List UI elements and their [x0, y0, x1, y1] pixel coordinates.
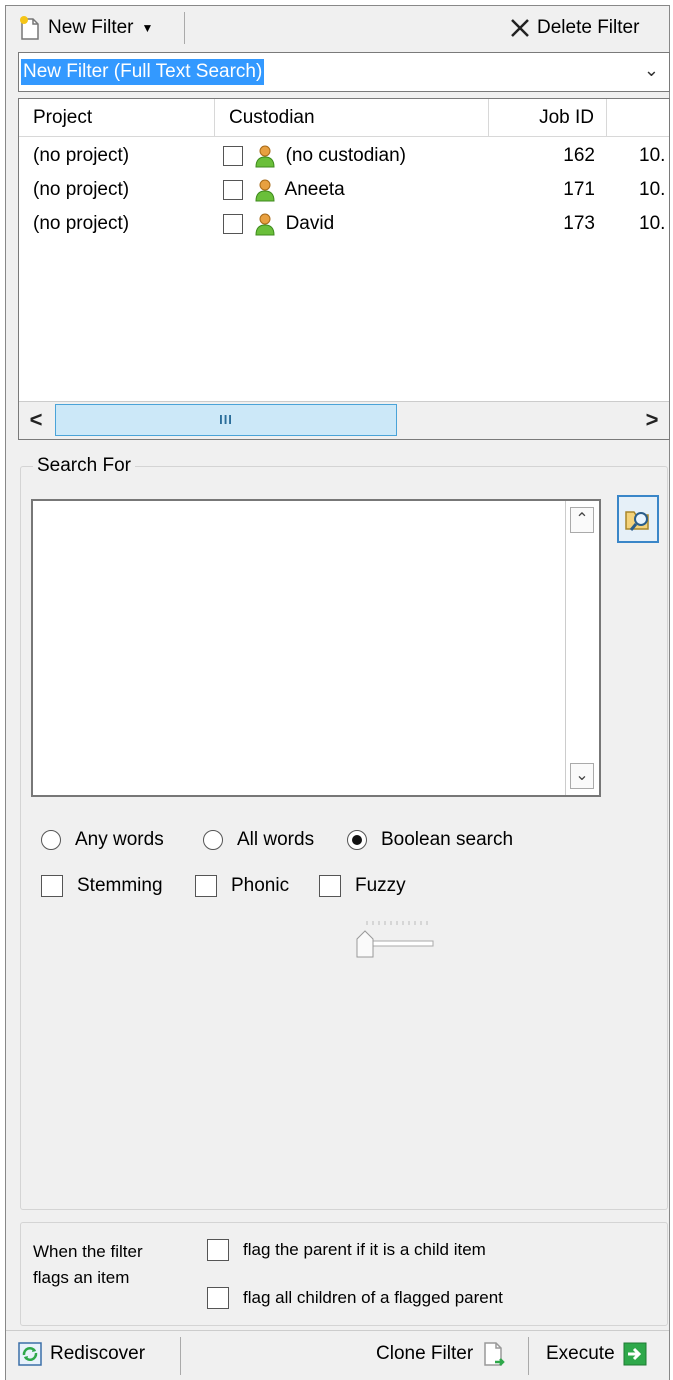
- flag-parent-checkbox[interactable]: [207, 1239, 229, 1261]
- table-row[interactable]: (no project) Aneeta 171 10.: [19, 173, 669, 207]
- all-words-radio[interactable]: [203, 830, 223, 850]
- table-row[interactable]: (no project) (no custodian) 162 10.: [19, 139, 669, 173]
- filter-select[interactable]: New Filter (Full Text Search) ⌄: [18, 52, 670, 92]
- stemming-label: Stemming: [77, 875, 163, 896]
- flag-parent-label: flag the parent if it is a child item: [243, 1240, 486, 1259]
- jobs-table: Project Custodian Job ID (no project) (n…: [18, 98, 670, 440]
- horizontal-scrollbar[interactable]: < III >: [19, 401, 669, 439]
- filter-panel: New Filter ▼ Delete Filter New Filter (F…: [5, 5, 670, 1380]
- mode-all-words[interactable]: All words: [203, 829, 314, 851]
- mode-any-words[interactable]: Any words: [41, 829, 164, 851]
- cell-project: (no project): [33, 145, 130, 166]
- option-fuzzy[interactable]: Fuzzy: [319, 875, 406, 897]
- phonic-checkbox[interactable]: [195, 875, 217, 897]
- chevron-down-icon[interactable]: ▼: [142, 21, 154, 35]
- slider-thumb[interactable]: [356, 930, 374, 958]
- slider-ticks: [366, 921, 428, 925]
- row-checkbox[interactable]: [223, 213, 243, 234]
- column-header-job-id[interactable]: Job ID: [489, 99, 607, 137]
- clone-filter-button[interactable]: Clone Filter: [376, 1331, 507, 1377]
- cell-extra: 10.: [639, 179, 666, 200]
- custodian-name: David: [285, 213, 335, 234]
- cell-job-id: 162: [563, 145, 595, 166]
- cell-project: (no project): [33, 179, 130, 200]
- flagging-label: When the filter flags an item: [33, 1242, 143, 1287]
- new-document-icon: [20, 16, 39, 40]
- cell-project: (no project): [33, 213, 130, 234]
- scroll-up-icon[interactable]: ⌃: [570, 507, 594, 533]
- person-icon: [255, 145, 275, 168]
- new-filter-button[interactable]: New Filter ▼: [18, 6, 153, 50]
- bottom-divider: [180, 1337, 181, 1375]
- custodian-name: Aneeta: [284, 179, 345, 200]
- search-for-group: Search For ⌃ ⌄ Any words All words Boole…: [20, 455, 668, 1210]
- any-words-label: Any words: [75, 829, 164, 850]
- flag-children-option[interactable]: flag all children of a flagged parent: [207, 1287, 503, 1309]
- cell-custodian: Aneeta: [223, 173, 345, 207]
- person-icon: [255, 179, 275, 202]
- rediscover-button[interactable]: Rediscover: [18, 1331, 145, 1377]
- boolean-search-label: Boolean search: [381, 829, 514, 850]
- option-phonic[interactable]: Phonic: [195, 875, 289, 897]
- cell-job-id: 173: [563, 213, 595, 234]
- chevron-down-icon[interactable]: ⌄: [644, 60, 659, 81]
- clone-document-icon: [484, 1342, 505, 1366]
- refresh-icon: [18, 1342, 42, 1366]
- execute-arrow-icon: [623, 1342, 647, 1366]
- cell-custodian: (no custodian): [223, 139, 406, 173]
- option-stemming[interactable]: Stemming: [41, 875, 163, 897]
- cell-extra: 10.: [639, 213, 666, 234]
- execute-button[interactable]: Execute: [546, 1331, 647, 1377]
- flag-parent-option[interactable]: flag the parent if it is a child item: [207, 1239, 486, 1261]
- table-header: Project Custodian Job ID: [19, 99, 669, 137]
- fuzzy-checkbox[interactable]: [319, 875, 341, 897]
- folder-search-icon: [625, 511, 649, 531]
- browse-queries-button[interactable]: [617, 495, 659, 543]
- vertical-scrollbar[interactable]: ⌃ ⌄: [565, 501, 599, 795]
- scrollbar-thumb[interactable]: III: [55, 404, 397, 436]
- cell-job-id: 171: [563, 179, 595, 200]
- row-checkbox[interactable]: [223, 145, 243, 166]
- flag-children-label: flag all children of a flagged parent: [243, 1288, 503, 1307]
- column-header-project[interactable]: Project: [19, 99, 215, 137]
- delete-filter-label: Delete Filter: [537, 17, 640, 38]
- toolbar-divider: [184, 12, 185, 44]
- phonic-label: Phonic: [231, 875, 290, 896]
- row-checkbox[interactable]: [223, 179, 243, 200]
- boolean-search-radio[interactable]: [347, 830, 367, 850]
- flag-children-checkbox[interactable]: [207, 1287, 229, 1309]
- any-words-radio[interactable]: [41, 830, 61, 850]
- table-row[interactable]: (no project) David 173 10.: [19, 207, 669, 241]
- slider-track: [366, 940, 434, 947]
- scroll-right-icon[interactable]: >: [635, 402, 669, 438]
- fuzzy-label: Fuzzy: [355, 875, 406, 896]
- new-filter-label: New Filter: [48, 17, 134, 38]
- bottom-divider: [528, 1337, 529, 1375]
- bottom-bar: Rediscover Clone Filter Execute: [6, 1330, 669, 1380]
- all-words-label: All words: [237, 829, 315, 850]
- person-icon: [255, 213, 275, 236]
- search-for-title: Search For: [33, 455, 135, 477]
- cell-custodian: David: [223, 207, 334, 241]
- toolbar: New Filter ▼ Delete Filter: [6, 6, 669, 50]
- fuzziness-slider[interactable]: [351, 917, 441, 963]
- scroll-left-icon[interactable]: <: [19, 402, 53, 438]
- close-icon: [511, 19, 529, 37]
- custodian-name: (no custodian): [285, 145, 406, 166]
- column-header-custodian[interactable]: Custodian: [215, 99, 489, 137]
- stemming-checkbox[interactable]: [41, 875, 63, 897]
- filter-select-value[interactable]: New Filter (Full Text Search): [21, 59, 265, 85]
- execute-label: Execute: [546, 1343, 615, 1364]
- clone-filter-label: Clone Filter: [376, 1343, 474, 1364]
- mode-boolean-search[interactable]: Boolean search: [347, 829, 513, 851]
- cell-extra: 10.: [639, 145, 666, 166]
- rediscover-label: Rediscover: [50, 1343, 146, 1364]
- search-query-input[interactable]: ⌃ ⌄: [31, 499, 601, 797]
- flagging-group: When the filter flags an item flag the p…: [20, 1222, 668, 1326]
- delete-filter-button[interactable]: Delete Filter: [509, 6, 639, 50]
- column-header-extra[interactable]: [607, 99, 669, 137]
- scroll-down-icon[interactable]: ⌄: [570, 763, 594, 789]
